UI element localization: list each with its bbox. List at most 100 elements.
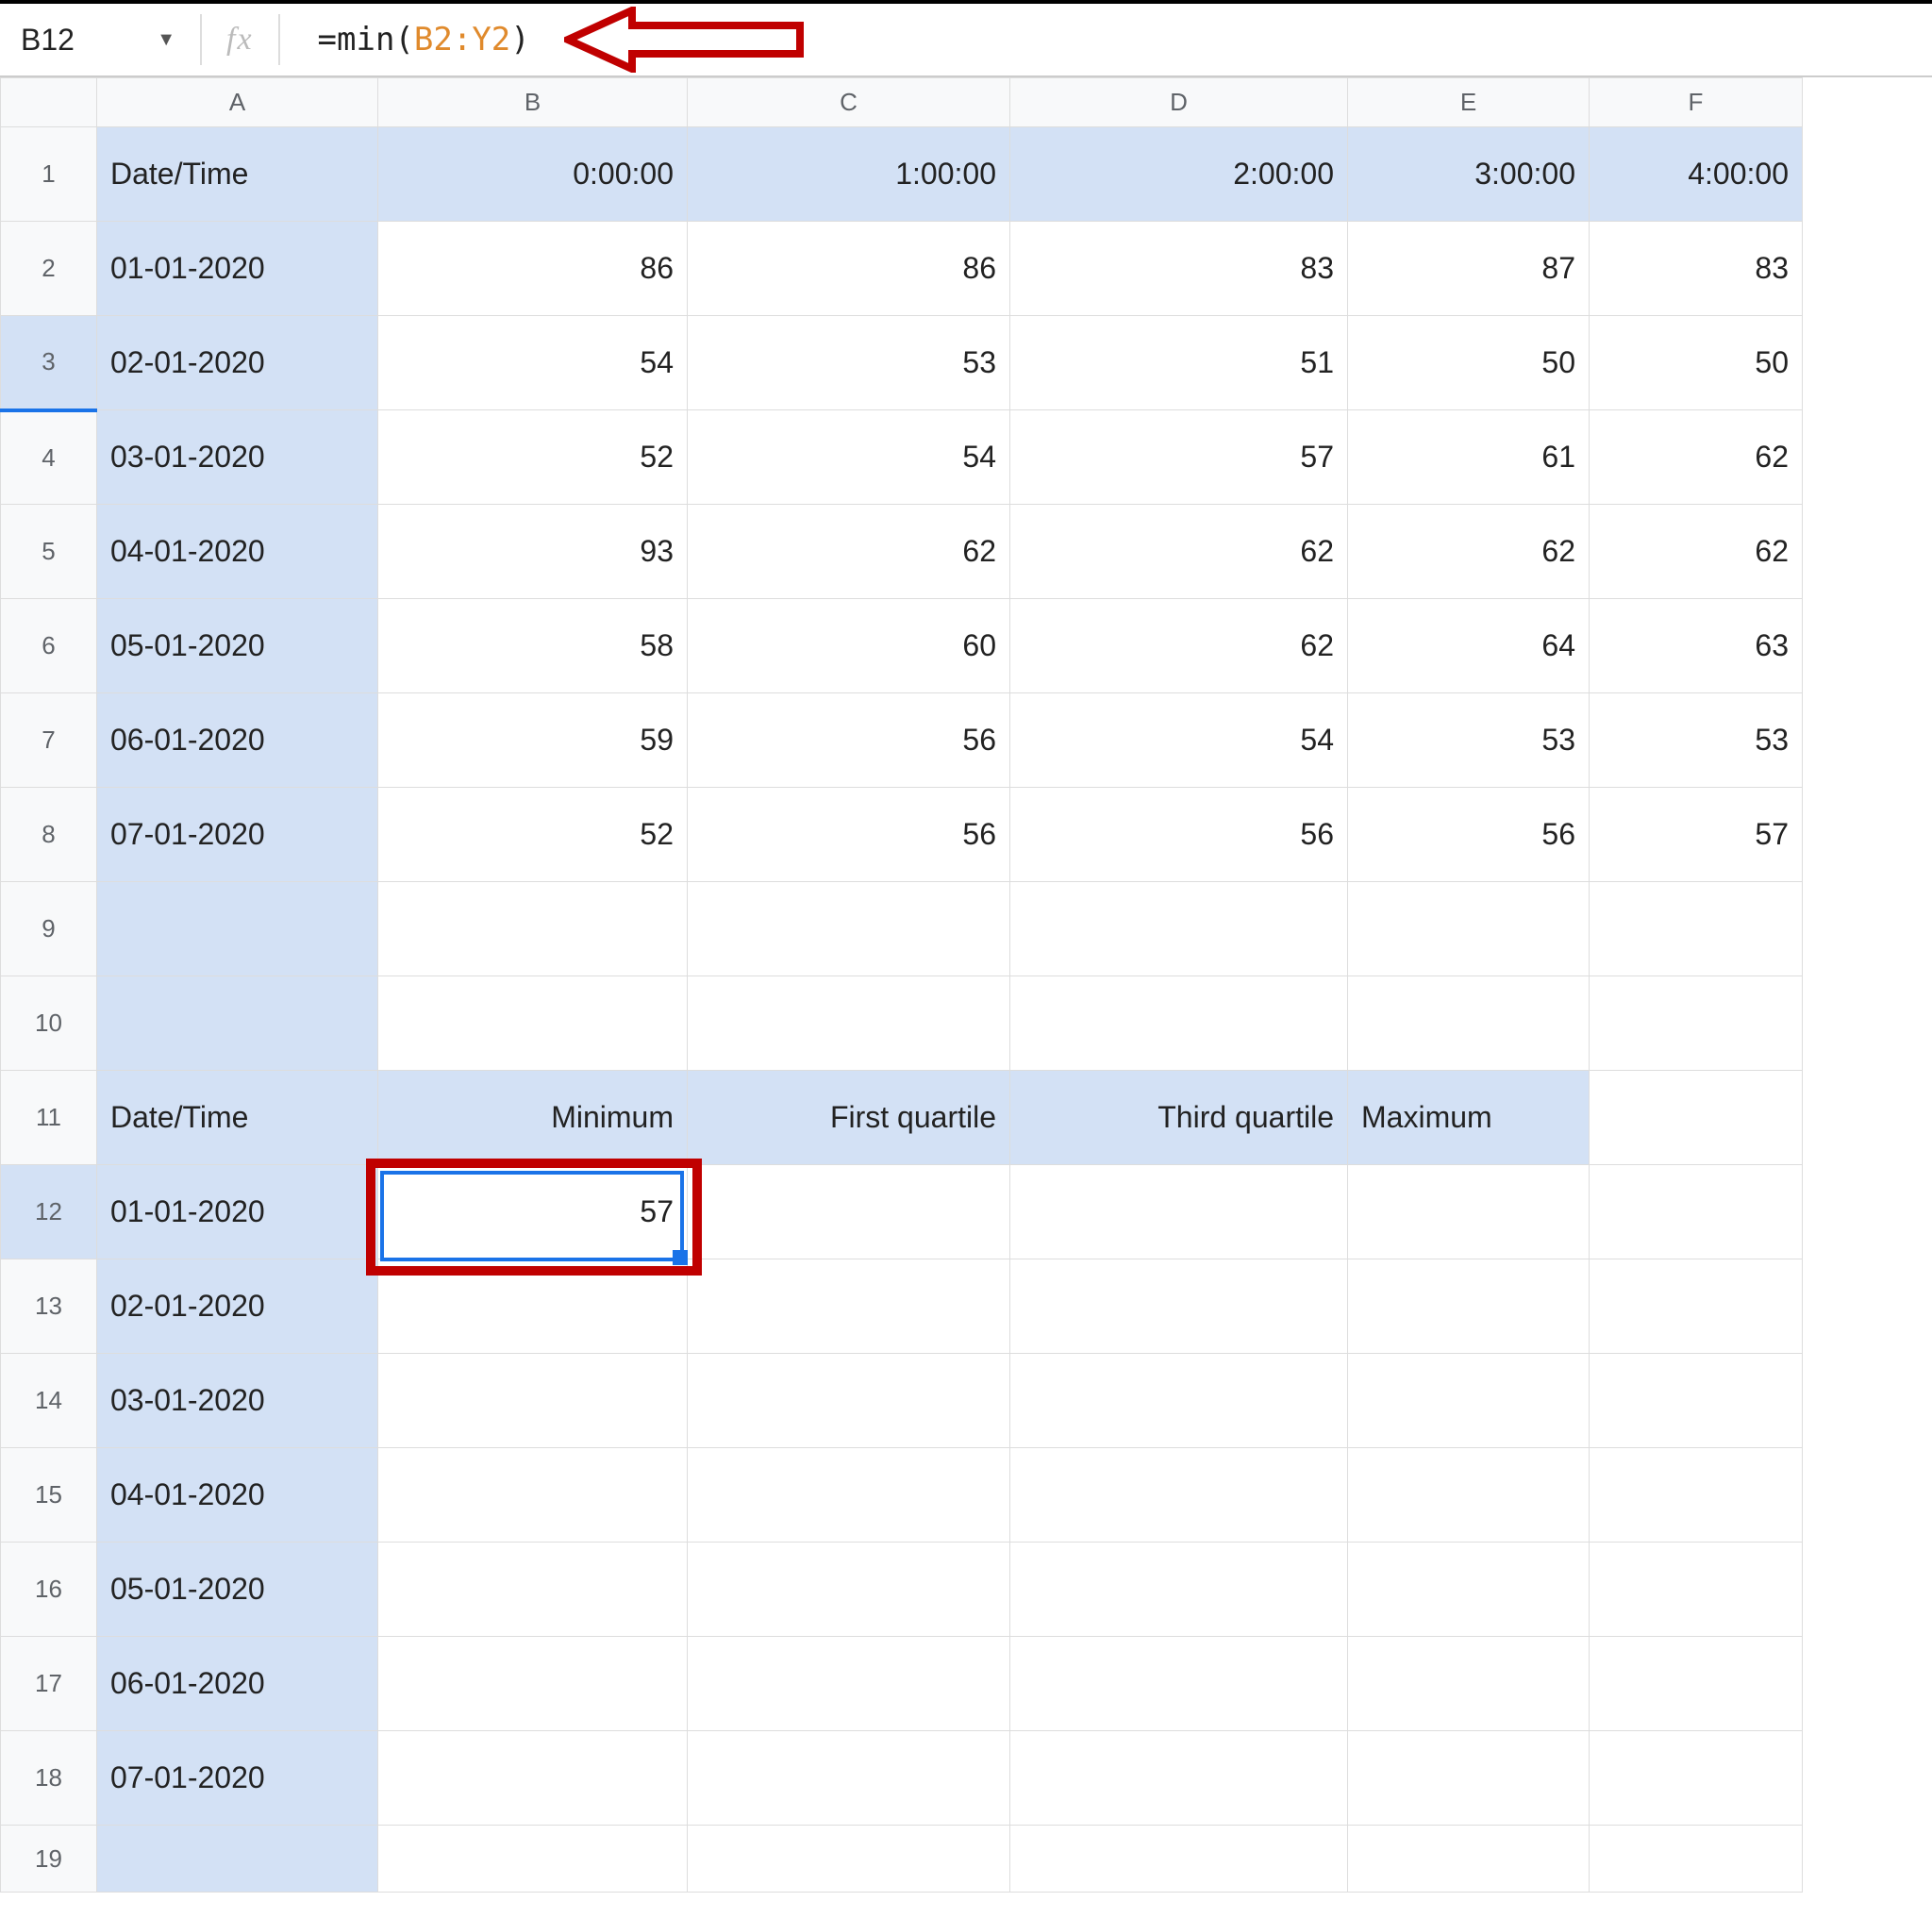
cell-C3[interactable]: 53 [688, 316, 1010, 410]
cell-A18[interactable]: 07-01-2020 [97, 1731, 378, 1826]
row-header-10[interactable]: 10 [1, 976, 97, 1071]
cell-D15[interactable] [1010, 1448, 1348, 1543]
cell-B10[interactable] [378, 976, 688, 1071]
cell-F15[interactable] [1590, 1448, 1803, 1543]
cell-B3[interactable]: 54 [378, 316, 688, 410]
name-box[interactable]: B12 ▼ [0, 23, 189, 58]
cell-E16[interactable] [1348, 1543, 1590, 1637]
cell-F16[interactable] [1590, 1543, 1803, 1637]
cell-F3[interactable]: 50 [1590, 316, 1803, 410]
cell-E13[interactable] [1348, 1259, 1590, 1354]
cell-B15[interactable] [378, 1448, 688, 1543]
cell-B16[interactable] [378, 1543, 688, 1637]
col-header-C[interactable]: C [688, 78, 1010, 127]
cell-A9[interactable] [97, 882, 378, 976]
cell-E14[interactable] [1348, 1354, 1590, 1448]
cell-C15[interactable] [688, 1448, 1010, 1543]
cell-E1[interactable]: 3:00:00 [1348, 127, 1590, 222]
row-header-11[interactable]: 11 [1, 1071, 97, 1165]
cell-B12[interactable]: 57 [378, 1165, 688, 1259]
cell-E10[interactable] [1348, 976, 1590, 1071]
cell-C17[interactable] [688, 1637, 1010, 1731]
cell-F4[interactable]: 62 [1590, 410, 1803, 505]
cell-F7[interactable]: 53 [1590, 693, 1803, 788]
cell-A14[interactable]: 03-01-2020 [97, 1354, 378, 1448]
cell-E15[interactable] [1348, 1448, 1590, 1543]
row-header-9[interactable]: 9 [1, 882, 97, 976]
cell-A11[interactable]: Date/Time [97, 1071, 378, 1165]
cell-A10[interactable] [97, 976, 378, 1071]
cell-D18[interactable] [1010, 1731, 1348, 1826]
cell-C13[interactable] [688, 1259, 1010, 1354]
cell-A3[interactable]: 02-01-2020 [97, 316, 378, 410]
cell-E5[interactable]: 62 [1348, 505, 1590, 599]
cell-B14[interactable] [378, 1354, 688, 1448]
cell-D5[interactable]: 62 [1010, 505, 1348, 599]
row-header-18[interactable]: 18 [1, 1731, 97, 1826]
cell-B6[interactable]: 58 [378, 599, 688, 693]
cell-A4[interactable]: 03-01-2020 [97, 410, 378, 505]
cell-B9[interactable] [378, 882, 688, 976]
row-header-4[interactable]: 4 [1, 410, 97, 505]
cell-B11[interactable]: Minimum [378, 1071, 688, 1165]
cell-F10[interactable] [1590, 976, 1803, 1071]
cell-E3[interactable]: 50 [1348, 316, 1590, 410]
row-header-14[interactable]: 14 [1, 1354, 97, 1448]
row-header-16[interactable]: 16 [1, 1543, 97, 1637]
cell-F2[interactable]: 83 [1590, 222, 1803, 316]
cell-C16[interactable] [688, 1543, 1010, 1637]
cell-B8[interactable]: 52 [378, 788, 688, 882]
row-header-15[interactable]: 15 [1, 1448, 97, 1543]
cell-A17[interactable]: 06-01-2020 [97, 1637, 378, 1731]
cell-A16[interactable]: 05-01-2020 [97, 1543, 378, 1637]
cell-E9[interactable] [1348, 882, 1590, 976]
select-all-corner[interactable] [1, 78, 97, 127]
cell-E8[interactable]: 56 [1348, 788, 1590, 882]
row-header-2[interactable]: 2 [1, 222, 97, 316]
row-header-6[interactable]: 6 [1, 599, 97, 693]
cell-F5[interactable]: 62 [1590, 505, 1803, 599]
cell-F13[interactable] [1590, 1259, 1803, 1354]
cell-D17[interactable] [1010, 1637, 1348, 1731]
cell-B4[interactable]: 52 [378, 410, 688, 505]
cell-E7[interactable]: 53 [1348, 693, 1590, 788]
cell-F8[interactable]: 57 [1590, 788, 1803, 882]
cell-C10[interactable] [688, 976, 1010, 1071]
formula-input[interactable]: =min(B2:Y2) [291, 21, 530, 58]
cell-C9[interactable] [688, 882, 1010, 976]
cell-E12[interactable] [1348, 1165, 1590, 1259]
cell-F18[interactable] [1590, 1731, 1803, 1826]
cell-D6[interactable]: 62 [1010, 599, 1348, 693]
cell-A8[interactable]: 07-01-2020 [97, 788, 378, 882]
cell-E19[interactable] [1348, 1826, 1590, 1893]
cell-D3[interactable]: 51 [1010, 316, 1348, 410]
cell-C4[interactable]: 54 [688, 410, 1010, 505]
cell-D10[interactable] [1010, 976, 1348, 1071]
cell-E6[interactable]: 64 [1348, 599, 1590, 693]
cell-A2[interactable]: 01-01-2020 [97, 222, 378, 316]
row-header-13[interactable]: 13 [1, 1259, 97, 1354]
cell-A6[interactable]: 05-01-2020 [97, 599, 378, 693]
cell-D11[interactable]: Third quartile [1010, 1071, 1348, 1165]
cell-C12[interactable] [688, 1165, 1010, 1259]
cell-D13[interactable] [1010, 1259, 1348, 1354]
cell-A12[interactable]: 01-01-2020 [97, 1165, 378, 1259]
cell-B5[interactable]: 93 [378, 505, 688, 599]
cell-D19[interactable] [1010, 1826, 1348, 1893]
cell-F14[interactable] [1590, 1354, 1803, 1448]
cell-C2[interactable]: 86 [688, 222, 1010, 316]
cell-F12[interactable] [1590, 1165, 1803, 1259]
cell-B17[interactable] [378, 1637, 688, 1731]
cell-D12[interactable] [1010, 1165, 1348, 1259]
cell-E2[interactable]: 87 [1348, 222, 1590, 316]
spreadsheet-grid[interactable]: A B C D E F 1 Date/Time 0:00:00 1:00:00 … [0, 77, 1932, 1893]
cell-E11[interactable]: Maximum [1348, 1071, 1590, 1165]
chevron-down-icon[interactable]: ▼ [157, 29, 175, 51]
cell-D1[interactable]: 2:00:00 [1010, 127, 1348, 222]
cell-D4[interactable]: 57 [1010, 410, 1348, 505]
col-header-F[interactable]: F [1590, 78, 1803, 127]
row-header-8[interactable]: 8 [1, 788, 97, 882]
cell-C1[interactable]: 1:00:00 [688, 127, 1010, 222]
col-header-B[interactable]: B [378, 78, 688, 127]
cell-B19[interactable] [378, 1826, 688, 1893]
